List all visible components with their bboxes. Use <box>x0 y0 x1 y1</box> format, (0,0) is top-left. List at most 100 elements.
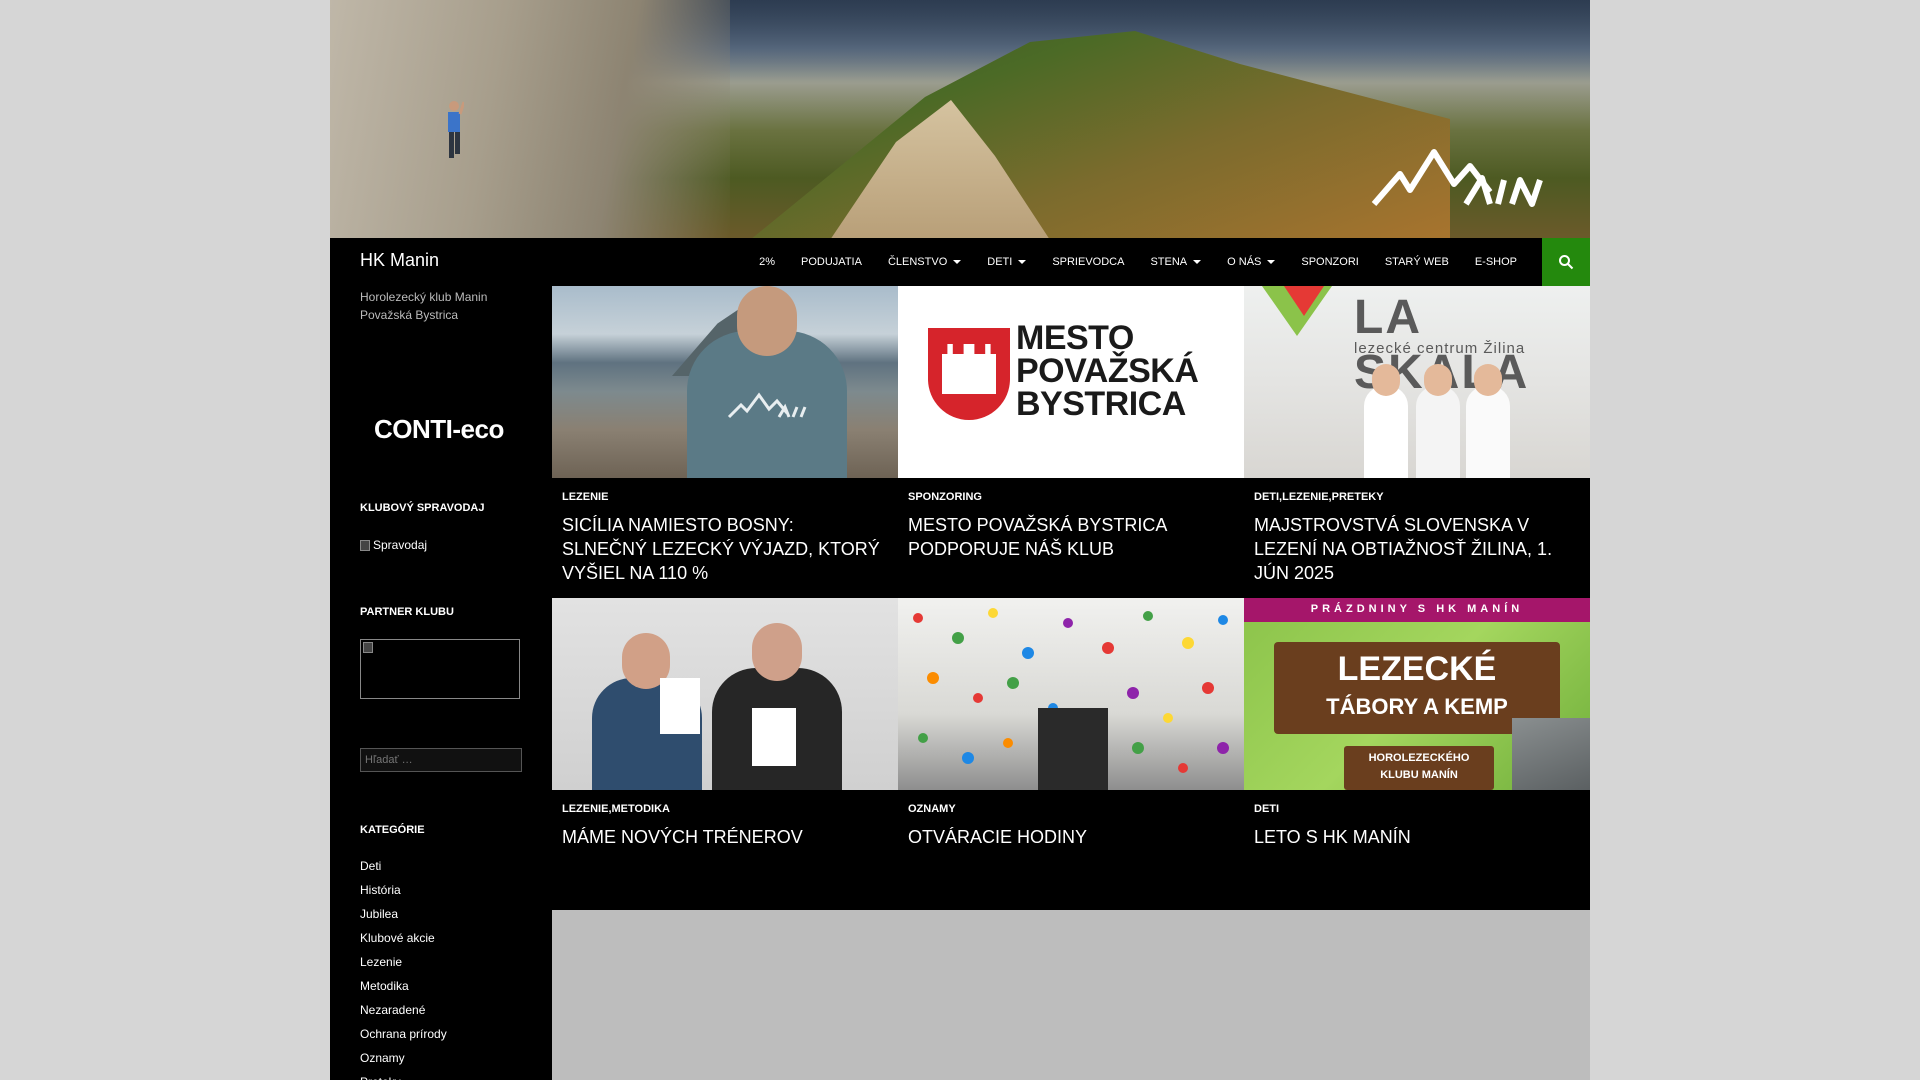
category-link-jubilea[interactable]: Jubilea <box>360 902 447 926</box>
manin-logo <box>1371 149 1543 207</box>
menu-label: DETI <box>987 256 1013 268</box>
thumb-face <box>1474 364 1502 396</box>
menu-label: STARÝ WEB <box>1384 256 1449 268</box>
thumb-doorway <box>1038 708 1108 790</box>
broken-image-icon <box>363 642 373 653</box>
newsletter-image-link[interactable]: Spravodaj <box>360 538 427 552</box>
menu-label: O NÁS <box>1227 256 1262 268</box>
category-link-lezenie[interactable]: Lezenie <box>360 950 447 974</box>
menu-item-clenstvo[interactable]: ČLENSTVO <box>875 238 974 286</box>
post-categories[interactable]: SPONZORING <box>908 491 982 503</box>
post-card: PRÁZDNINY S HK MANÍN LEZECKÉ TÁBORY A KE… <box>1244 598 1590 910</box>
categories-widget-title: KATEGÓRIE <box>360 824 425 836</box>
menu-item-stary-web[interactable]: STARÝ WEB <box>1372 238 1462 286</box>
category-link-ochrana-prirody[interactable]: Ochrana prírody <box>360 1022 447 1046</box>
caret-down-icon <box>953 260 962 264</box>
newsletter-image-alt: Spravodaj <box>373 538 428 552</box>
city-logo-line: BYSTRICA <box>1016 385 1186 423</box>
thumb-face <box>1372 364 1400 396</box>
menu-item-e-shop[interactable]: E-SHOP <box>1462 238 1530 286</box>
search-input[interactable] <box>360 748 522 772</box>
category-link-nezaradene[interactable]: Nezaradené <box>360 998 447 1022</box>
menu-item-stena[interactable]: STENA <box>1137 238 1214 286</box>
poster-small-line: KLUBU MANÍN <box>1380 769 1458 781</box>
search-icon <box>1559 255 1574 270</box>
thumb-face <box>752 623 802 681</box>
poster-small-line: HOROLEZECKÉHO <box>1368 752 1470 764</box>
banner-cliff <box>330 0 730 238</box>
thumb-person-head <box>737 286 797 356</box>
menu-label: STENA <box>1150 256 1188 268</box>
menu-item-sprievodca[interactable]: SPRIEVODCA <box>1039 238 1137 286</box>
post-thumbnail[interactable] <box>552 598 898 790</box>
thumb-person <box>1416 386 1460 478</box>
post-thumbnail[interactable] <box>898 598 1244 790</box>
primary-menu: 2% PODUJATIA ČLENSTVO DETI SPRIEVODCA ST… <box>746 238 1530 286</box>
sponsor-logo-conti-eco[interactable]: CONTI-eco <box>374 414 504 445</box>
thumb-certificate <box>752 708 796 766</box>
manin-logo <box>727 392 807 419</box>
category-link-klubove-akcie[interactable]: Klubové akcie <box>360 926 447 950</box>
category-link-metodika[interactable]: Metodika <box>360 974 447 998</box>
la-skala-subtitle: lezecké centrum Žilina <box>1354 340 1526 357</box>
broken-image-icon <box>360 539 370 551</box>
menu-label: PODUJATIA <box>801 256 862 268</box>
partner-widget-title: PARTNER KLUBU <box>360 606 454 618</box>
post-card: OZNAMY OTVÁRACIE HODINY <box>898 598 1244 910</box>
menu-item-sponzori[interactable]: SPONZORI <box>1288 238 1371 286</box>
menu-item-o-nas[interactable]: O NÁS <box>1214 238 1288 286</box>
menu-item-2-percent[interactable]: 2% <box>746 238 788 286</box>
category-link-deti[interactable]: Deti <box>360 854 447 878</box>
site-container: HK Manin 2% PODUJATIA ČLENSTVO DETI SPRI… <box>330 0 1590 1080</box>
primary-navbar: HK Manin 2% PODUJATIA ČLENSTVO DETI SPRI… <box>330 238 1590 286</box>
post-title[interactable]: MAJSTROVSTVÁ SLOVENSKA V LEZENÍ NA OBTIA… <box>1254 513 1574 585</box>
post-title[interactable]: LETO S HK MANÍN <box>1254 825 1574 849</box>
caret-down-icon <box>1267 260 1276 264</box>
content-area-background <box>552 910 1590 1080</box>
post-card: LEZENIE SICÍLIA NAMIESTO BOSNY: SLNEČNÝ … <box>552 286 898 598</box>
thumb-face <box>1424 364 1452 396</box>
menu-label: 2% <box>759 256 776 268</box>
menu-label: ČLENSTVO <box>887 256 948 268</box>
post-title[interactable]: MESTO POVAŽSKÁ BYSTRICA PODPORUJE NÁŠ KL… <box>908 513 1228 561</box>
post-title[interactable]: SICÍLIA NAMIESTO BOSNY: SLNEČNÝ LEZECKÝ … <box>562 513 882 585</box>
post-thumbnail[interactable] <box>552 286 898 478</box>
thumb-person <box>1466 386 1510 478</box>
post-categories[interactable]: LEZENIE <box>562 491 608 503</box>
newsletter-widget-title: KLUBOVÝ SPRAVODAJ <box>360 502 485 514</box>
category-link-historia[interactable]: História <box>360 878 447 902</box>
menu-item-deti[interactable]: DETI <box>974 238 1039 286</box>
poster-top-text: PRÁZDNINY S HK MANÍN <box>1310 603 1524 615</box>
post-categories[interactable]: DETI,LEZENIE,PRETEKY <box>1254 491 1384 503</box>
menu-label: SPRIEVODCA <box>1052 256 1125 268</box>
menu-label: E-SHOP <box>1474 256 1517 268</box>
post-title[interactable]: MÁME NOVÝCH TRÉNEROV <box>562 825 882 849</box>
caret-down-icon <box>1193 260 1202 264</box>
poster-subheadline: TÁBORY A KEMP <box>1326 694 1508 719</box>
poster-headline: LEZECKÉ <box>1337 650 1497 688</box>
partner-image-link[interactable] <box>360 639 520 699</box>
site-title[interactable]: HK Manin <box>360 250 439 271</box>
post-thumbnail[interactable]: PRÁZDNINY S HK MANÍN LEZECKÉ TÁBORY A KE… <box>1244 598 1590 790</box>
post-thumbnail[interactable]: LA SKALA lezecké centrum Žilina <box>1244 286 1590 478</box>
search-toggle-button[interactable] <box>1542 238 1590 286</box>
climber-figure <box>448 101 464 158</box>
header-banner[interactable] <box>330 0 1590 238</box>
city-logo-line: POVAŽSKÁ <box>1016 352 1199 390</box>
sidebar: Horolezecký klub Manin Považská Bystrica… <box>330 286 552 1080</box>
city-logo-text: MESTO POVAŽSKÁ BYSTRICA <box>1016 319 1199 423</box>
poster-photo <box>1512 718 1590 790</box>
caret-down-icon <box>1018 260 1027 264</box>
post-categories[interactable]: DETI <box>1254 803 1279 815</box>
post-categories[interactable]: LEZENIE,METODIKA <box>562 803 670 815</box>
post-title[interactable]: OTVÁRACIE HODINY <box>908 825 1228 849</box>
category-link-oznamy[interactable]: Oznamy <box>360 1046 447 1070</box>
poster-top-banner: PRÁZDNINY S HK MANÍN <box>1244 598 1590 622</box>
post-card: MESTO POVAŽSKÁ BYSTRICA SPONZORING MESTO… <box>898 286 1244 598</box>
menu-item-podujatia[interactable]: PODUJATIA <box>788 238 875 286</box>
city-logo-line: MESTO <box>1016 319 1134 357</box>
post-categories[interactable]: OZNAMY <box>908 803 956 815</box>
post-thumbnail[interactable]: MESTO POVAŽSKÁ BYSTRICA <box>898 286 1244 478</box>
thumb-certificate <box>660 678 700 734</box>
category-link-preteky[interactable]: Preteky <box>360 1070 447 1080</box>
